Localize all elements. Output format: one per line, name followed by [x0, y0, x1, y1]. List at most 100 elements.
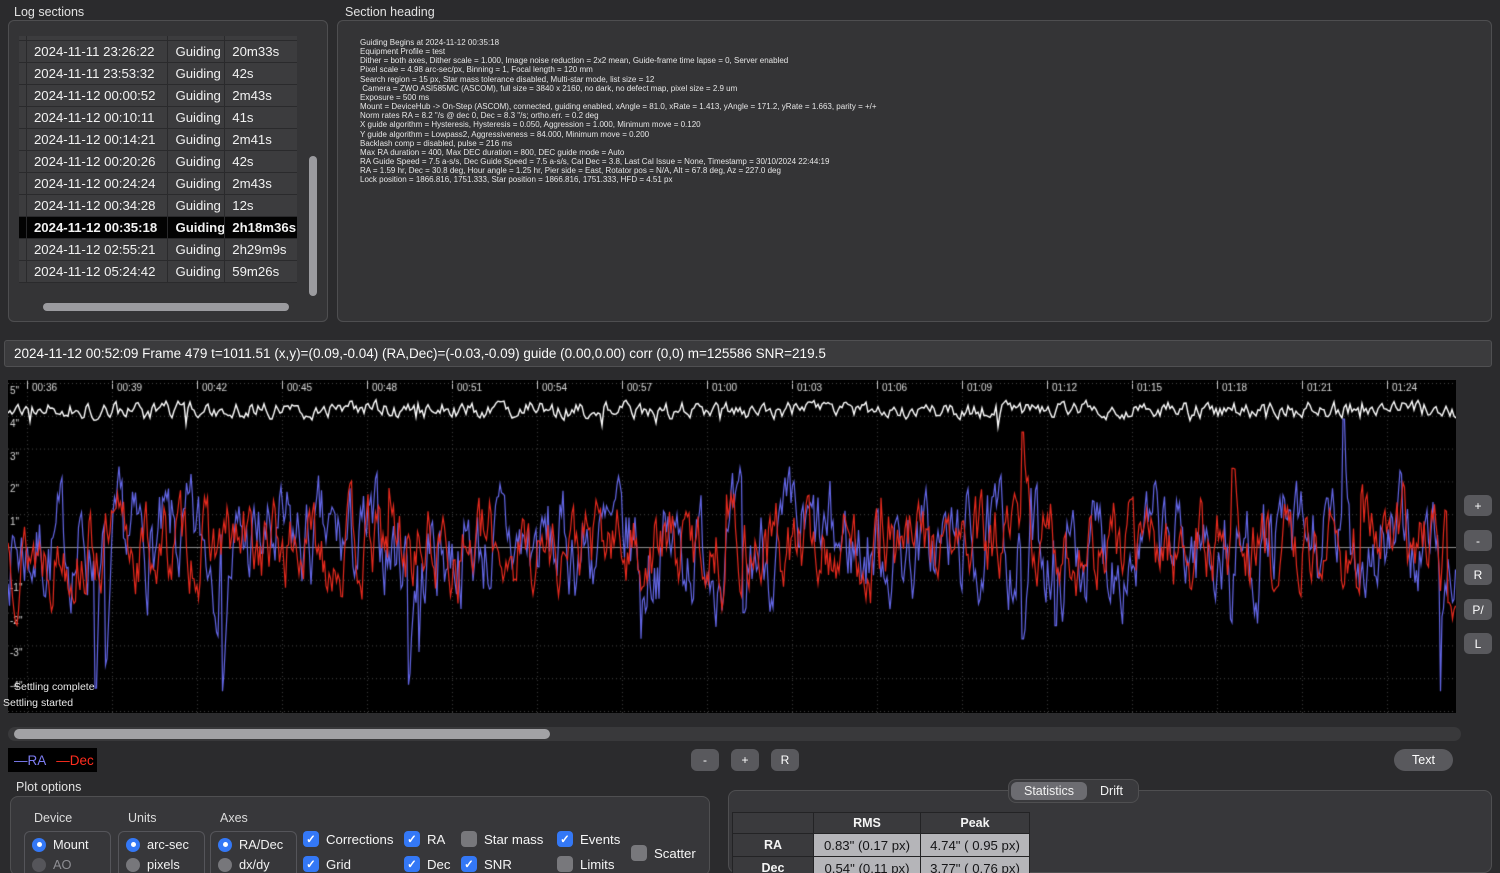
table-row[interactable]: 2024-11-11 23:53:32Guiding42s — [19, 63, 297, 84]
log-sections-panel: 2024-11-11 23:26:22Guiding20m33s2024-11-… — [8, 20, 328, 322]
cell-duration: 59m26s — [225, 261, 297, 282]
checkbox-box[interactable]: ✓ — [557, 831, 573, 847]
cell-event: Guiding — [168, 129, 224, 150]
checkbox-star-mass[interactable]: Star mass — [461, 831, 543, 847]
zoom-out-button[interactable]: - — [1464, 530, 1492, 551]
checkbox-box[interactable]: ✓ — [303, 831, 319, 847]
stats-header-empty — [733, 813, 813, 833]
checkbox-scatter[interactable]: Scatter — [631, 845, 696, 861]
table-row[interactable]: 2024-11-12 02:55:21Guiding2h29m9s — [19, 239, 297, 260]
stats-header-rms: RMS — [814, 813, 920, 833]
table-row-partial[interactable] — [19, 36, 297, 40]
checkbox-limits[interactable]: Limits — [557, 856, 614, 872]
pixels-arcsec-button[interactable]: P/ — [1464, 599, 1492, 620]
zoom-in-button[interactable]: + — [1464, 495, 1492, 516]
cell-event: Guiding — [168, 261, 224, 282]
radio-arcsec[interactable]: arc-sec — [126, 837, 189, 852]
tab-statistics[interactable]: Statistics — [1011, 782, 1087, 800]
radio-dxdy[interactable]: dx/dy — [218, 857, 270, 872]
radio-circle[interactable] — [218, 858, 232, 872]
radio-label: pixels — [147, 857, 180, 872]
guiding-chart-canvas[interactable] — [8, 380, 1456, 713]
cell-spacer — [19, 107, 26, 128]
checkbox-events[interactable]: ✓Events — [557, 831, 620, 847]
radio-label: RA/Dec — [239, 837, 283, 852]
reset-button[interactable]: R — [1464, 564, 1492, 585]
checkbox-label: Grid — [326, 857, 351, 872]
checkbox-box[interactable] — [631, 845, 647, 861]
cell-datetime: 2024-11-12 00:00:52 — [27, 85, 167, 106]
checkbox-grid[interactable]: ✓ Grid — [303, 856, 351, 872]
log-detail-line: Dither = both axes, Dither scale = 1.000… — [360, 56, 1483, 65]
cell-datetime: 2024-11-12 00:14:21 — [27, 129, 167, 150]
checkbox-label: SNR — [484, 857, 512, 872]
cell-duration: 42s — [225, 63, 297, 84]
group-label-device: Device — [34, 811, 72, 825]
checkbox-snr[interactable]: ✓ SNR — [461, 856, 512, 872]
cell-event: Guiding — [168, 239, 224, 260]
log-sections-title: Log sections — [14, 5, 84, 19]
checkbox-box[interactable]: ✓ — [404, 856, 420, 872]
table-row[interactable]: 2024-11-12 00:14:21Guiding2m41s — [19, 129, 297, 150]
radio-mount[interactable]: Mount — [32, 837, 89, 852]
vscale-minus-button[interactable]: - — [691, 749, 719, 771]
checkbox-corrections[interactable]: ✓Corrections — [303, 831, 393, 847]
radio-pixels[interactable]: pixels — [126, 857, 180, 872]
table-row[interactable]: 2024-11-12 00:10:11Guiding41s — [19, 107, 297, 128]
checkbox-box[interactable] — [557, 856, 573, 872]
cell-duration: 42s — [225, 151, 297, 172]
log-table-vertical-scrollbar[interactable] — [309, 156, 317, 296]
cell-spacer — [19, 151, 26, 172]
cell-event: Guiding — [168, 41, 224, 62]
cell-duration: 2h29m9s — [225, 239, 297, 260]
cell-duration: 41s — [225, 107, 297, 128]
table-row[interactable]: 2024-11-12 00:24:24Guiding2m43s — [19, 173, 297, 194]
radio-circle[interactable] — [126, 858, 140, 872]
cell-duration: 20m33s — [225, 41, 297, 62]
log-detail-line: Equipment Profile = test — [360, 47, 1483, 56]
table-row[interactable]: 2024-11-11 23:26:22Guiding20m33s — [19, 41, 297, 62]
checkbox-box[interactable]: ✓ — [461, 856, 477, 872]
plot-options-panel: DeviceMountAOUnitsarc-secpixelsAxesRA/De… — [10, 796, 710, 873]
table-row[interactable]: 2024-11-12 05:24:42Guiding59m26s — [19, 261, 297, 282]
log-detail-line: X guide algorithm = Hysteresis, Hysteres… — [360, 120, 1483, 129]
cell-event: Guiding — [168, 85, 224, 106]
radio-circle[interactable] — [32, 838, 46, 852]
settling-complete-annotation: Settling complete — [14, 681, 95, 693]
stats-row-label-ra: RA — [733, 834, 813, 856]
log-detail-line: RA = 1.59 hr, Dec = 30.8 deg, Hour angle… — [360, 166, 1483, 175]
chart-horizontal-scrollbar-track[interactable] — [8, 727, 1461, 741]
table-row[interactable]: 2024-11-12 00:00:52Guiding2m43s — [19, 85, 297, 106]
vscale-reset-button[interactable]: R — [771, 749, 799, 771]
checkbox-box[interactable]: ✓ — [303, 856, 319, 872]
settling-started-annotation: Settling started — [3, 697, 73, 709]
radio-radec[interactable]: RA/Dec — [218, 837, 283, 852]
phd2-logviewer-window: Log sections 2024-11-11 23:26:22Guiding2… — [0, 0, 1500, 873]
cell-datetime: 2024-11-11 23:53:32 — [27, 63, 167, 84]
radio-circle[interactable] — [126, 838, 140, 852]
tab-drift[interactable]: Drift — [1087, 782, 1136, 800]
checkbox-dec[interactable]: ✓Dec — [404, 856, 450, 872]
table-row[interactable]: 2024-11-12 00:35:18Guiding2h18m36s — [19, 217, 297, 238]
table-row[interactable]: 2024-11-12 00:20:26Guiding42s — [19, 151, 297, 172]
log-table-horizontal-scrollbar[interactable] — [43, 303, 289, 311]
cell-event: Guiding — [168, 217, 224, 238]
section-heading-text: Guiding Begins at 2024-11-12 00:35:18Equ… — [360, 38, 1483, 185]
stats-value-dec-rms: 0.54" (0.11 px) — [814, 857, 920, 873]
cell-duration: 2h18m36s — [225, 217, 297, 238]
cell-datetime: 2024-11-12 05:24:42 — [27, 261, 167, 282]
cell-spacer — [19, 129, 26, 150]
table-row[interactable]: 2024-11-12 00:34:28Guiding12s — [19, 195, 297, 216]
guiding-chart[interactable]: Settling complete Settling started — [8, 380, 1456, 713]
checkbox-box[interactable]: ✓ — [404, 831, 420, 847]
cell-event: Guiding — [168, 173, 224, 194]
cell-datetime: 2024-11-12 00:34:28 — [27, 195, 167, 216]
log-sections-table: 2024-11-11 23:26:22Guiding20m33s2024-11-… — [19, 36, 297, 283]
chart-horizontal-scrollbar-thumb[interactable] — [14, 729, 550, 739]
vscale-plus-button[interactable]: + — [731, 749, 759, 771]
checkbox-ra[interactable]: ✓RA — [404, 831, 445, 847]
length-button[interactable]: L — [1464, 633, 1492, 654]
radio-circle[interactable] — [218, 838, 232, 852]
text-button[interactable]: Text — [1394, 749, 1453, 771]
checkbox-box[interactable] — [461, 831, 477, 847]
